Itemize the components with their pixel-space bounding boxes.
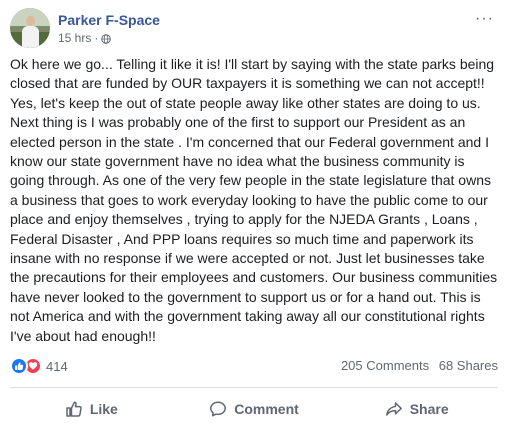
comment-icon [210, 401, 227, 417]
action-bar: Like Comment Share [10, 390, 498, 428]
share-button[interactable]: Share [335, 390, 498, 428]
engagement-counts: 205 Comments 68 Shares [341, 358, 498, 373]
avatar[interactable] [10, 8, 50, 48]
shares-count[interactable]: 68 Shares [439, 358, 498, 373]
thumbs-up-icon [66, 401, 82, 417]
globe-icon [101, 33, 112, 44]
share-icon [385, 402, 402, 416]
reaction-count: 414 [46, 358, 68, 374]
post-timestamp[interactable]: 15 hrs [58, 31, 91, 45]
divider [10, 387, 498, 388]
share-label: Share [409, 401, 449, 417]
like-button[interactable]: Like [10, 390, 173, 428]
comment-label: Comment [234, 401, 299, 417]
like-reaction-icon [10, 357, 28, 375]
like-label: Like [89, 401, 118, 417]
author-name[interactable]: Parker F-Space [58, 12, 160, 28]
facebook-post: Parker F-Space 15 hrs · ··· Ok here we g… [0, 0, 508, 432]
meta-separator: · [94, 31, 99, 45]
post-meta: 15 hrs · [58, 31, 112, 45]
comments-count[interactable]: 205 Comments [341, 358, 429, 373]
post-header: Parker F-Space 15 hrs · ··· [10, 8, 498, 48]
post-stats: 414 205 Comments 68 Shares [10, 356, 498, 378]
more-options-icon[interactable]: ··· [475, 11, 494, 27]
comment-button[interactable]: Comment [173, 390, 336, 428]
post-text: Ok here we go... Telling it like it is! … [10, 56, 498, 344]
reaction-summary[interactable]: 414 [10, 357, 68, 375]
